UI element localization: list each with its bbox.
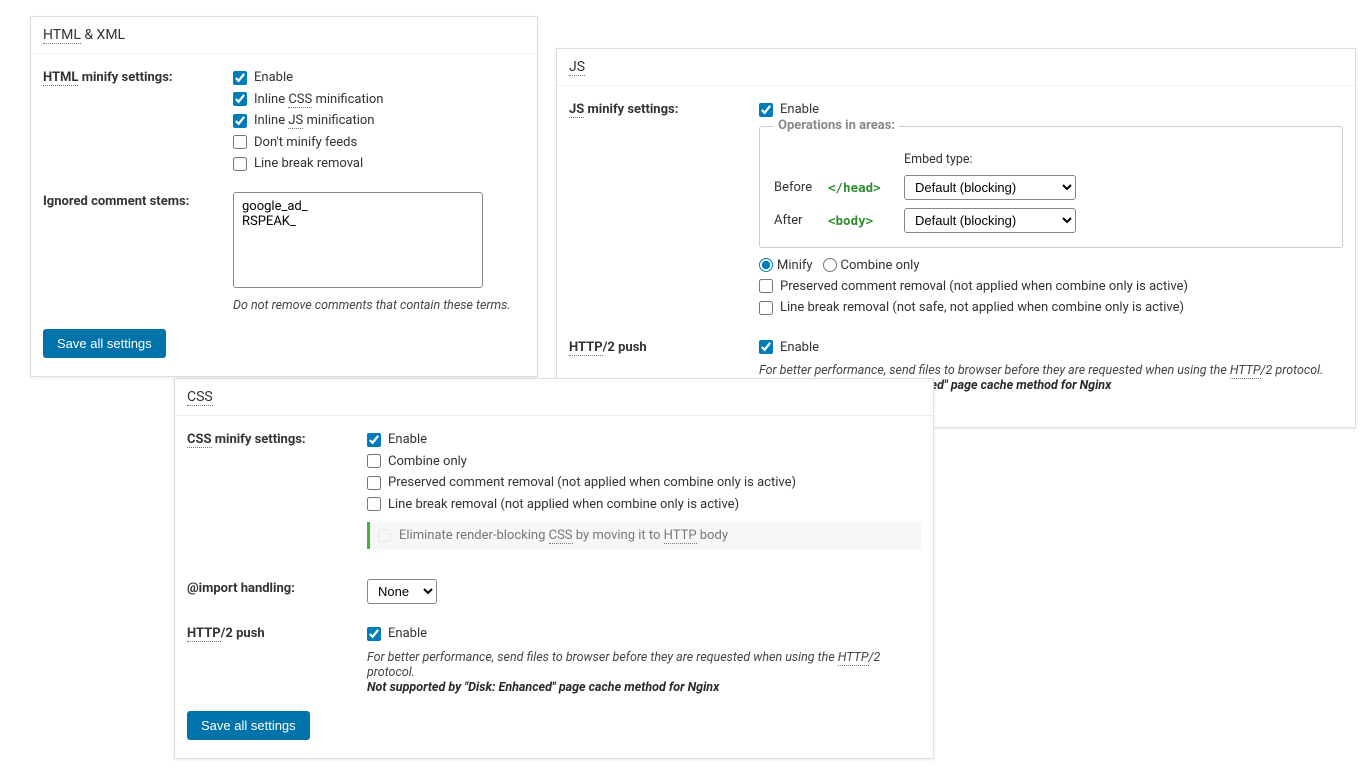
embed-type-label: Embed type: [904, 152, 1078, 167]
js-http2-helper: For better performance, send files to br… [759, 363, 1343, 378]
import-handling-label: @import handling: [187, 579, 367, 604]
body-tag: <body> [828, 213, 904, 228]
inline-css-label: Inline CSS minification [254, 90, 383, 110]
js-panel-header: JS [557, 49, 1355, 86]
head-tag: </head> [828, 180, 904, 195]
css-combine-label: Combine only [388, 452, 467, 472]
css-save-button[interactable]: Save all settings [187, 711, 310, 740]
js-linebreak-checkbox[interactable] [759, 301, 773, 315]
css-minify-label: CSS minify settings: [187, 430, 367, 549]
operations-legend: Operations in areas: [774, 118, 899, 133]
js-panel: JS JS minify settings: Enable Operations… [556, 48, 1356, 428]
css-http2-warning: Not supported by "Disk: Enhanced" page c… [367, 680, 921, 695]
css-panel-header: CSS [175, 379, 933, 416]
html-abbr: HTML [43, 27, 81, 44]
minify-radio-label: Minify [777, 258, 813, 273]
inline-css-checkbox[interactable] [233, 92, 247, 106]
js-preserved-label: Preserved comment removal (not applied w… [780, 277, 1188, 297]
js-abbr: JS [569, 59, 585, 76]
css-preserved-checkbox[interactable] [367, 476, 381, 490]
dont-minify-feeds-checkbox[interactable] [233, 135, 247, 149]
html-minify-label: HTML minify settings: [43, 68, 233, 176]
dont-minify-feeds-label: Don't minify feeds [254, 133, 357, 153]
css-http2-label: HTTP/2 push [187, 624, 367, 695]
ignored-stems-textarea[interactable] [233, 192, 483, 288]
inline-js-checkbox[interactable] [233, 114, 247, 128]
ignored-stems-label: Ignored comment stems: [43, 192, 233, 313]
eliminate-render-blocking-label: Eliminate render-blocking CSS by moving … [399, 528, 728, 543]
eliminate-render-blocking-checkbox [378, 529, 391, 542]
css-panel: CSS CSS minify settings: Enable Combine … [174, 378, 934, 759]
after-body-select[interactable]: Default (blocking) [904, 208, 1076, 233]
combine-only-radio[interactable] [823, 258, 837, 272]
js-enable-checkbox[interactable] [759, 103, 773, 117]
import-handling-select[interactable]: None [367, 579, 437, 604]
css-abbr: CSS [187, 389, 213, 406]
ignored-stems-helper: Do not remove comments that contain thes… [233, 298, 525, 313]
js-http2-enable-checkbox[interactable] [759, 340, 773, 354]
css-combine-checkbox[interactable] [367, 454, 381, 468]
before-head-select[interactable]: Default (blocking) [904, 175, 1076, 200]
css-enable-checkbox[interactable] [367, 433, 381, 447]
css-enable-label: Enable [388, 430, 427, 450]
html-linebreak-label: Line break removal [254, 154, 363, 174]
html-panel: HTML & XML HTML minify settings: Enable … [30, 16, 538, 377]
eliminate-render-blocking-row: Eliminate render-blocking CSS by moving … [367, 522, 921, 549]
html-panel-header: HTML & XML [31, 17, 537, 54]
css-linebreak-checkbox[interactable] [367, 497, 381, 511]
minify-radio[interactable] [759, 258, 773, 272]
html-linebreak-checkbox[interactable] [233, 157, 247, 171]
combine-only-radio-label: Combine only [841, 258, 920, 273]
operations-fieldset: Operations in areas: Embed type: Before … [759, 126, 1343, 248]
css-linebreak-label: Line break removal (not applied when com… [388, 495, 739, 515]
js-preserved-checkbox[interactable] [759, 279, 773, 293]
html-enable-label: Enable [254, 68, 293, 88]
js-minify-label: JS minify settings: [569, 100, 759, 320]
html-enable-checkbox[interactable] [233, 71, 247, 85]
js-linebreak-label: Line break removal (not safe, not applie… [780, 298, 1184, 318]
before-label: Before [774, 180, 828, 195]
inline-js-label: Inline JS minification [254, 111, 374, 131]
css-preserved-label: Preserved comment removal (not applied w… [388, 473, 796, 493]
html-save-button[interactable]: Save all settings [43, 329, 166, 358]
after-label: After [774, 213, 828, 228]
css-http2-enable-label: Enable [388, 624, 427, 644]
js-http2-enable-label: Enable [780, 338, 819, 358]
css-http2-helper: For better performance, send files to br… [367, 650, 921, 680]
css-http2-enable-checkbox[interactable] [367, 627, 381, 641]
